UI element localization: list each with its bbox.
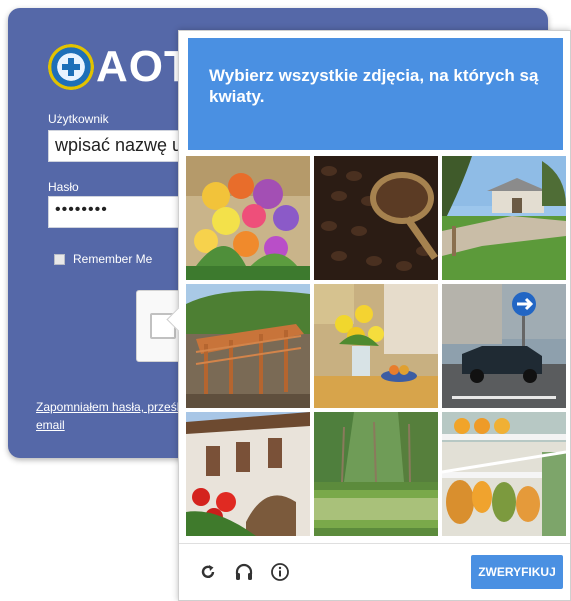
aotm-logo-icon bbox=[48, 44, 94, 90]
house-lawn-image bbox=[442, 156, 566, 280]
captcha-tile-5[interactable] bbox=[314, 284, 438, 408]
remember-label: Remember Me bbox=[73, 252, 153, 266]
captcha-image-grid bbox=[186, 156, 567, 537]
captcha-challenge: Wybierz wszystkie zdjęcia, na których są… bbox=[178, 30, 571, 601]
verify-button[interactable]: ZWERYFIKUJ bbox=[471, 555, 563, 589]
coffee-beans-image bbox=[314, 156, 438, 280]
username-input[interactable]: wpisać nazwę uż bbox=[48, 130, 198, 162]
captcha-tile-2[interactable] bbox=[314, 156, 438, 280]
captcha-controls bbox=[197, 561, 291, 583]
captcha-prompt: Wybierz wszystkie zdjęcia, na których są… bbox=[188, 38, 563, 150]
forgot-password-link[interactable]: Zapomniałem hasła, prześlij email bbox=[36, 398, 196, 434]
captcha-tile-1[interactable] bbox=[186, 156, 310, 280]
prompt-keyword: kwiaty bbox=[209, 87, 260, 106]
username-label: Użytkownik bbox=[48, 112, 109, 126]
captcha-tile-8[interactable] bbox=[314, 412, 438, 536]
street-car-image bbox=[442, 284, 566, 408]
flower-bouquet-image bbox=[186, 156, 310, 280]
fruit-stand-image bbox=[442, 412, 566, 536]
flowers-table-image bbox=[314, 284, 438, 408]
captcha-tile-7[interactable] bbox=[186, 412, 310, 536]
building-red-flowers-image bbox=[186, 412, 310, 536]
password-label: Hasło bbox=[48, 180, 79, 194]
remember-checkbox[interactable] bbox=[54, 253, 65, 265]
captcha-tile-4[interactable] bbox=[186, 284, 310, 408]
captcha-tile-6[interactable] bbox=[442, 284, 566, 408]
wooden-pergola-image bbox=[186, 284, 310, 408]
prompt-suffix: . bbox=[259, 87, 265, 106]
captcha-tile-3[interactable] bbox=[442, 156, 566, 280]
info-icon[interactable] bbox=[269, 561, 291, 583]
audio-icon[interactable] bbox=[233, 561, 255, 583]
pond-trees-image bbox=[314, 412, 438, 536]
prompt-text: Wybierz wszystkie zdjęcia, na których są bbox=[209, 66, 539, 85]
password-input[interactable]: •••••••• bbox=[48, 196, 198, 228]
remember-me[interactable]: Remember Me bbox=[54, 252, 152, 266]
footer-divider bbox=[179, 543, 570, 544]
captcha-tile-9[interactable] bbox=[442, 412, 566, 536]
reload-icon[interactable] bbox=[197, 561, 219, 583]
